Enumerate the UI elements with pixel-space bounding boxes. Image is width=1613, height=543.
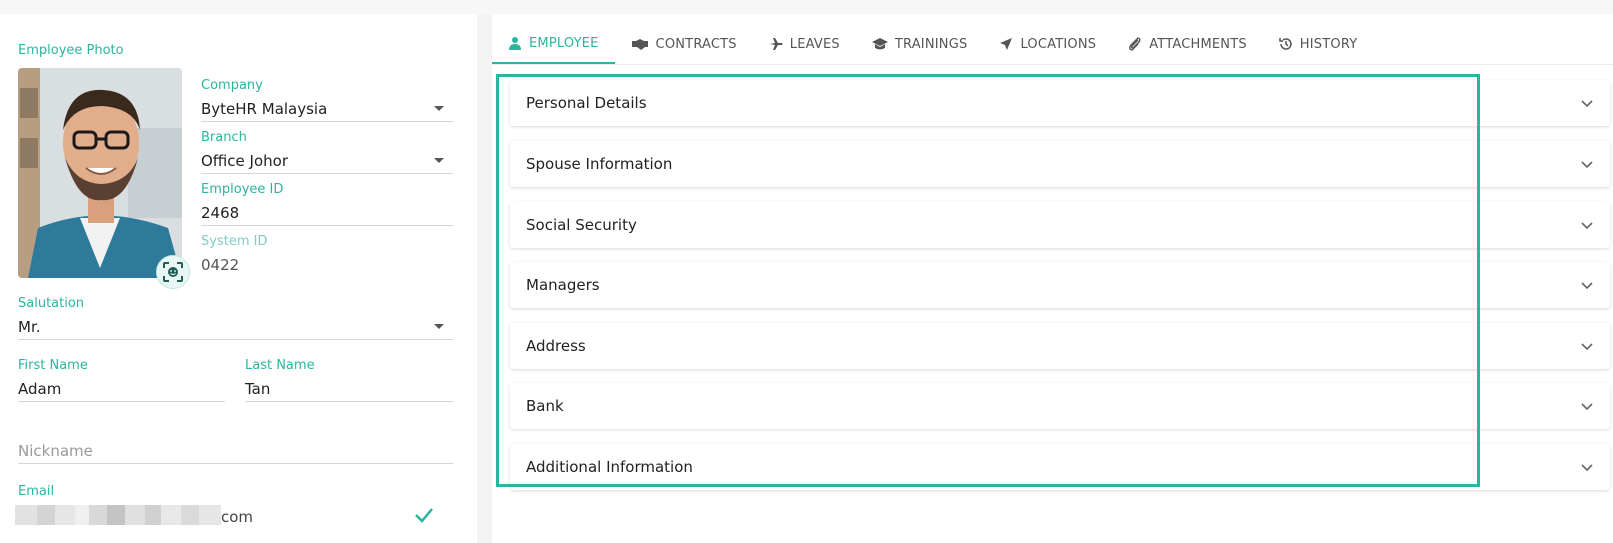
branch-label: Branch	[201, 130, 247, 145]
branch-underline	[201, 173, 453, 174]
tab-label: HISTORY	[1299, 36, 1358, 52]
section-title: Address	[526, 337, 586, 355]
check-icon	[415, 508, 433, 523]
tab-label: CONTRACTS	[655, 36, 737, 52]
company-underline	[201, 121, 453, 122]
section-title: Social Security	[526, 216, 637, 234]
chevron-down-icon	[1581, 100, 1593, 108]
nickname-input[interactable]: Nickname	[18, 442, 93, 460]
system-id-label: System ID	[201, 234, 268, 249]
section-additional-information[interactable]: Additional Information	[510, 444, 1610, 490]
section-social-security[interactable]: Social Security	[510, 202, 1610, 248]
section-title: Managers	[526, 276, 600, 294]
section-title: Spouse Information	[526, 155, 673, 173]
history-icon	[1279, 38, 1292, 50]
tab-history[interactable]: HISTORY	[1263, 24, 1374, 64]
email-redacted	[15, 505, 221, 525]
section-title: Additional Information	[526, 458, 693, 476]
graduation-cap-icon	[871, 38, 888, 50]
chevron-down-icon	[1581, 282, 1593, 290]
plane-icon	[769, 38, 783, 50]
branch-select[interactable]: Office Johor	[201, 152, 288, 170]
paperclip-icon	[1129, 37, 1141, 51]
tab-locations[interactable]: LOCATIONS	[983, 24, 1112, 64]
first-name-field[interactable]: Adam	[18, 380, 61, 398]
salutation-underline	[18, 339, 453, 340]
tab-label: TRAININGS	[894, 36, 968, 52]
top-strip	[0, 0, 1613, 14]
salutation-select[interactable]: Mr.	[18, 318, 41, 336]
employee-id-underline	[201, 225, 453, 226]
tab-attachments[interactable]: ATTACHMENTS	[1112, 24, 1263, 64]
section-title: Personal Details	[526, 94, 647, 112]
salutation-label: Salutation	[18, 296, 85, 311]
employee-id-label: Employee ID	[201, 182, 284, 197]
employee-id-field[interactable]: 2468	[201, 204, 239, 222]
tab-label: ATTACHMENTS	[1149, 36, 1247, 52]
photo-label: Employee Photo	[18, 43, 124, 58]
chevron-down-icon	[1581, 222, 1593, 230]
chevron-down-icon	[1581, 403, 1593, 411]
tab-bar: EMPLOYEE CONTRACTS LEAVES TRAININGS LOCA…	[492, 24, 1373, 64]
nickname-underline	[18, 463, 453, 464]
last-name-field[interactable]: Tan	[245, 380, 270, 398]
tab-label: EMPLOYEE	[529, 35, 599, 51]
section-address[interactable]: Address	[510, 323, 1610, 369]
tab-label: LOCATIONS	[1020, 36, 1097, 52]
first-name-underline	[18, 401, 225, 402]
section-spouse-information[interactable]: Spouse Information	[510, 141, 1610, 187]
tab-leaves[interactable]: LEAVES	[753, 24, 856, 64]
tab-contracts[interactable]: CONTRACTS	[615, 24, 753, 64]
person-icon	[509, 37, 521, 50]
last-name-label: Last Name	[245, 358, 315, 373]
tabs-divider	[492, 64, 1613, 65]
section-bank[interactable]: Bank	[510, 383, 1610, 429]
tab-employee[interactable]: EMPLOYEE	[492, 24, 615, 64]
section-managers[interactable]: Managers	[510, 262, 1610, 308]
company-label: Company	[201, 78, 263, 93]
handshake-icon	[631, 39, 648, 50]
location-arrow-icon	[1000, 38, 1013, 50]
chevron-down-icon[interactable]	[434, 324, 444, 329]
chevron-down-icon	[1581, 464, 1593, 472]
face-scan-button[interactable]	[156, 255, 190, 289]
email-field[interactable]: com	[221, 508, 253, 526]
employee-photo[interactable]	[18, 68, 182, 278]
last-name-underline	[245, 401, 453, 402]
avatar	[18, 68, 182, 278]
section-title: Bank	[526, 397, 564, 415]
chevron-down-icon	[1581, 343, 1593, 351]
section-personal-details[interactable]: Personal Details	[510, 80, 1610, 126]
face-scan-icon	[163, 262, 183, 282]
system-id-value: 0422	[201, 256, 240, 274]
tab-trainings[interactable]: TRAININGS	[856, 24, 984, 64]
chevron-down-icon[interactable]	[434, 158, 444, 163]
email-label: Email	[18, 484, 55, 499]
chevron-down-icon	[1581, 161, 1593, 169]
chevron-down-icon[interactable]	[434, 106, 444, 111]
company-select[interactable]: ByteHR Malaysia	[201, 100, 327, 118]
first-name-label: First Name	[18, 358, 88, 373]
tab-label: LEAVES	[789, 36, 840, 52]
